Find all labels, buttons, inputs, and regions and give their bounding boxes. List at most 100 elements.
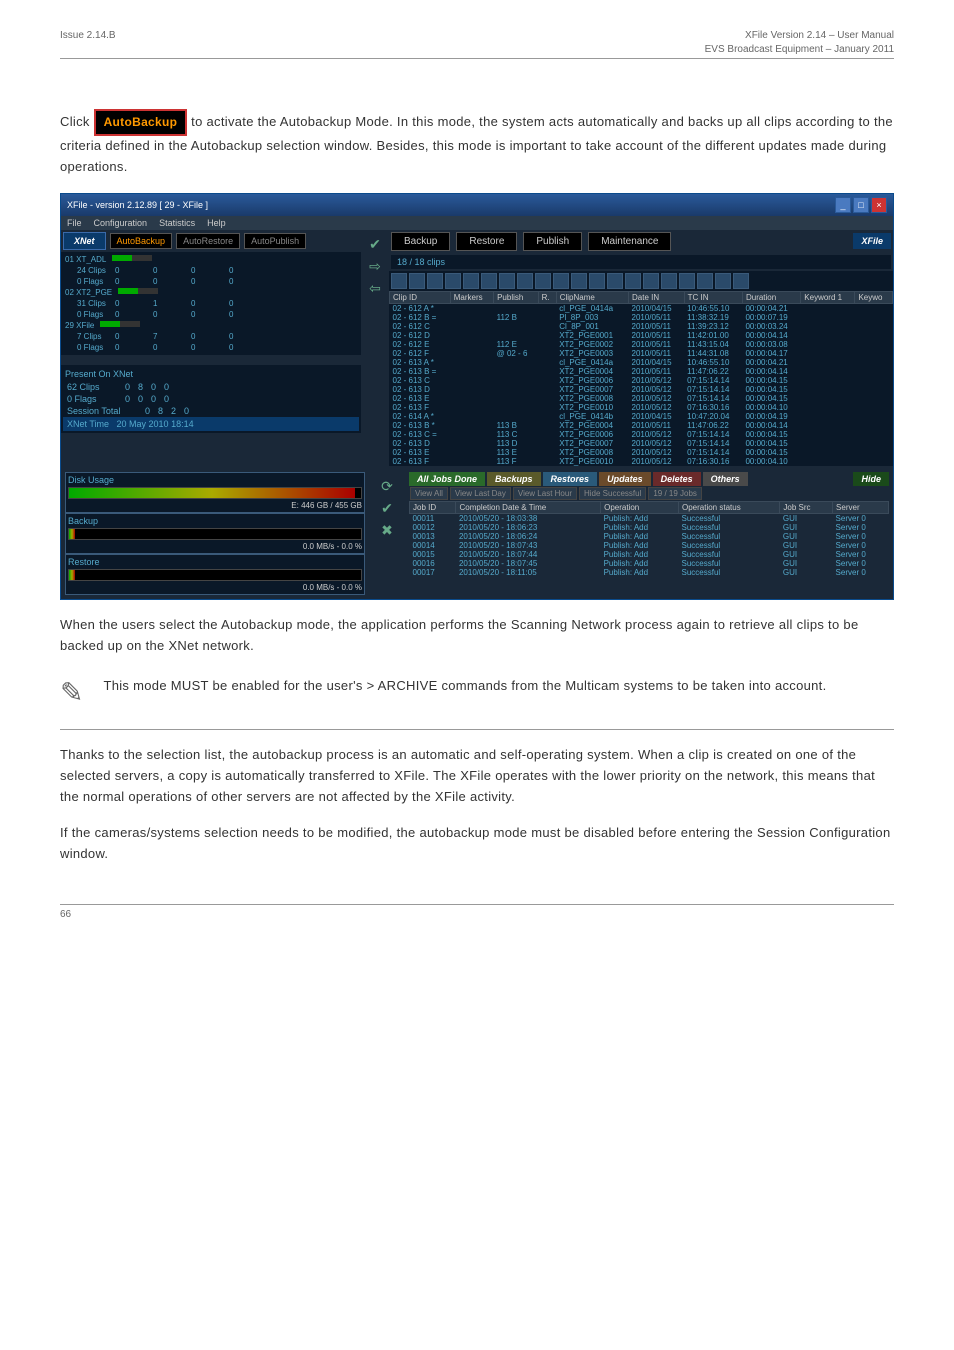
toolbar-icon[interactable] <box>463 273 479 289</box>
toolbar-icon[interactable] <box>625 273 641 289</box>
minimize-icon[interactable]: _ <box>835 197 851 213</box>
clip-col[interactable]: Clip ID <box>390 291 451 303</box>
toolbar-icon[interactable] <box>481 273 497 289</box>
clip-row[interactable]: 02 - 613 A *cl_PGE_0414a2010/04/1510:46:… <box>390 358 893 367</box>
clip-row[interactable]: 02 - 613 F113 FXT2_PGE00102010/05/1207:1… <box>390 457 893 466</box>
toolbar-icon[interactable] <box>409 273 425 289</box>
filter-button[interactable]: 19 / 19 Jobs <box>648 487 702 500</box>
tab-restores[interactable]: Restores <box>543 472 598 486</box>
clip-col[interactable]: ClipName <box>556 291 628 303</box>
jobs-col[interactable]: Server <box>833 501 889 513</box>
toolbar-icon[interactable] <box>445 273 461 289</box>
maintenance-button[interactable]: Maintenance <box>588 232 671 251</box>
clip-row[interactable]: 02 - 613 EXT2_PGE00082010/05/1207:15:14.… <box>390 394 893 403</box>
server-header[interactable]: 02 XT2_PGE <box>63 287 359 298</box>
clip-col[interactable]: Publish <box>494 291 538 303</box>
toolbar-icon[interactable] <box>517 273 533 289</box>
clip-col[interactable]: Date IN <box>629 291 685 303</box>
toolbar-icon[interactable] <box>607 273 623 289</box>
job-row[interactable]: 000122010/05/20 - 18:06:23Publish: AddSu… <box>410 523 889 532</box>
clip-row[interactable]: 02 - 613 FXT2_PGE00102010/05/1207:16:30.… <box>390 403 893 412</box>
clip-row[interactable]: 02 - 612 DXT2_PGE00012010/05/1111:42:01.… <box>390 331 893 340</box>
filter-button[interactable]: View All <box>410 487 448 500</box>
clip-row[interactable]: 02 - 612 CCl_8P_0012010/05/1111:39:23.12… <box>390 322 893 331</box>
tab-others[interactable]: Others <box>703 472 748 486</box>
publish-button[interactable]: Publish <box>523 232 582 251</box>
tab-hide[interactable]: Hide <box>853 472 889 486</box>
clip-row[interactable]: 02 - 613 CXT2_PGE00062010/05/1207:15:14.… <box>390 376 893 385</box>
clip-col[interactable]: Duration <box>742 291 800 303</box>
clip-col[interactable]: Keywo <box>855 291 893 303</box>
clip-row[interactable]: 02 - 613 DXT2_PGE00072010/05/1207:15:14.… <box>390 385 893 394</box>
menu-help[interactable]: Help <box>207 218 226 228</box>
toolbar-icon[interactable] <box>679 273 695 289</box>
backup-button[interactable]: Backup <box>391 232 450 251</box>
filter-button[interactable]: View Last Day <box>450 487 511 500</box>
job-row[interactable]: 000142010/05/20 - 18:07:43Publish: AddSu… <box>410 541 889 550</box>
clip-row[interactable]: 02 - 612 A *cl_PGE_0414a2010/04/1510:46:… <box>390 303 893 313</box>
tab-backups[interactable]: Backups <box>487 472 541 486</box>
clip-row[interactable]: 02 - 613 B *113 BXT2_PGE00042010/05/1111… <box>390 421 893 430</box>
toolbar-icon[interactable] <box>571 273 587 289</box>
arrow-right-icon[interactable]: ⇨ <box>366 258 384 276</box>
menu-file[interactable]: File <box>67 218 82 228</box>
toolbar-icon[interactable] <box>715 273 731 289</box>
clip-row[interactable]: 02 - 614 A *cl_PGE_0414b2010/04/1510:47:… <box>390 412 893 421</box>
jobs-col[interactable]: Job Src <box>780 501 833 513</box>
server-header[interactable]: 01 XT_ADL <box>63 254 359 265</box>
maximize-icon[interactable]: □ <box>853 197 869 213</box>
tab-deletes[interactable]: Deletes <box>653 472 701 486</box>
toolbar-icon[interactable] <box>535 273 551 289</box>
cancel-icon[interactable]: ✖ <box>378 522 396 540</box>
restore-button[interactable]: Restore <box>456 232 517 251</box>
clip-table[interactable]: Clip IDMarkersPublishR.ClipNameDate INTC… <box>389 291 893 466</box>
tab-all-jobs[interactable]: All Jobs Done <box>409 472 485 486</box>
autorestore-button[interactable]: AutoRestore <box>176 233 240 249</box>
check-icon[interactable]: ✔ <box>366 236 384 254</box>
menu-statistics[interactable]: Statistics <box>159 218 195 228</box>
server-header[interactable]: 29 XFile <box>63 320 359 331</box>
toolbar-icon[interactable] <box>553 273 569 289</box>
close-icon[interactable]: × <box>871 197 887 213</box>
toolbar-icon[interactable] <box>427 273 443 289</box>
clip-col[interactable]: TC IN <box>684 291 742 303</box>
clip-row[interactable]: 02 - 612 B =112 BPl_8P_0032010/05/1111:3… <box>390 313 893 322</box>
clip-row[interactable]: 02 - 613 B =XT2_PGE00042010/05/1111:47:0… <box>390 367 893 376</box>
clip-col[interactable]: Keyword 1 <box>801 291 855 303</box>
clip-row[interactable]: 02 - 612 F@ 02 - 6XT2_PGE00032010/05/111… <box>390 349 893 358</box>
job-row[interactable]: 000152010/05/20 - 18:07:44Publish: AddSu… <box>410 550 889 559</box>
xnet-button[interactable]: XNet <box>63 232 106 250</box>
toolbar-icon[interactable] <box>589 273 605 289</box>
check2-icon[interactable]: ✔ <box>378 500 396 518</box>
job-row[interactable]: 000112010/05/20 - 18:03:38Publish: AddSu… <box>410 513 889 523</box>
toolbar-icon[interactable] <box>391 273 407 289</box>
clip-col[interactable]: Markers <box>450 291 493 303</box>
jobs-col[interactable]: Completion Date & Time <box>456 501 601 513</box>
clip-row[interactable]: 02 - 613 D113 DXT2_PGE00072010/05/1207:1… <box>390 439 893 448</box>
toolbar-icon[interactable] <box>661 273 677 289</box>
clip-row[interactable]: 02 - 613 E113 EXT2_PGE00082010/05/1207:1… <box>390 448 893 457</box>
clip-row[interactable]: 02 - 613 C =113 CXT2_PGE00062010/05/1207… <box>390 430 893 439</box>
autobackup-button[interactable]: AutoBackup <box>110 233 173 249</box>
window-title: XFile - version 2.12.89 [ 29 - XFile ] <box>67 200 208 210</box>
jobs-col[interactable]: Job ID <box>410 501 456 513</box>
jobs-table[interactable]: Job IDCompletion Date & TimeOperationOpe… <box>409 501 889 577</box>
toolbar-icon[interactable] <box>697 273 713 289</box>
filter-button[interactable]: View Last Hour <box>513 487 577 500</box>
autopublish-button[interactable]: AutoPublish <box>244 233 306 249</box>
clip-col[interactable]: R. <box>538 291 556 303</box>
tab-updates[interactable]: Updates <box>599 472 651 486</box>
menu-configuration[interactable]: Configuration <box>94 218 148 228</box>
refresh-icon[interactable]: ⟳ <box>378 478 396 496</box>
job-row[interactable]: 000172010/05/20 - 18:11:05Publish: AddSu… <box>410 568 889 577</box>
job-row[interactable]: 000162010/05/20 - 18:07:45Publish: AddSu… <box>410 559 889 568</box>
toolbar-icon[interactable] <box>643 273 659 289</box>
clip-row[interactable]: 02 - 612 E112 EXT2_PGE00022010/05/1111:4… <box>390 340 893 349</box>
jobs-col[interactable]: Operation <box>601 501 679 513</box>
arrow-left-icon[interactable]: ⇦ <box>366 280 384 298</box>
jobs-col[interactable]: Operation status <box>679 501 780 513</box>
filter-button[interactable]: Hide Successful <box>579 487 646 500</box>
toolbar-icon[interactable] <box>499 273 515 289</box>
toolbar-icon[interactable] <box>733 273 749 289</box>
job-row[interactable]: 000132010/05/20 - 18:06:24Publish: AddSu… <box>410 532 889 541</box>
